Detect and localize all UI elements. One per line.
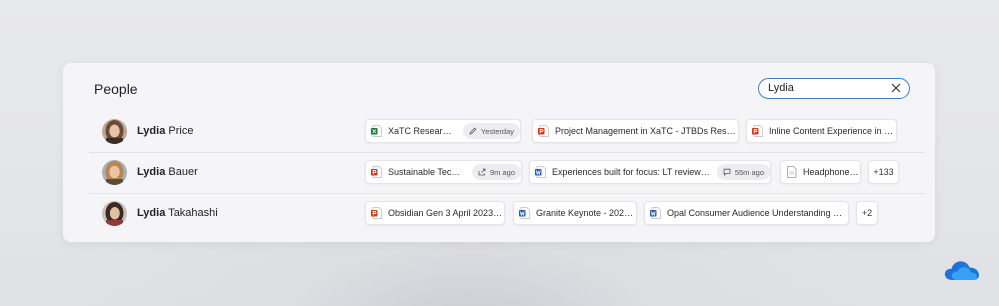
file-chip[interactable]: Project Management in XaTC - JTBDs Resea… (532, 119, 739, 143)
excel-file-icon (371, 125, 382, 137)
activity-badge: 55m ago (716, 164, 770, 180)
person-row-lydia-price[interactable]: Lydia Price XaTC Research Reports Yester… (89, 112, 925, 153)
file-chip[interactable]: Headphones_p... (780, 160, 861, 184)
word-file-icon (535, 166, 546, 178)
powerpoint-file-icon (538, 125, 549, 137)
onedrive-cloud-icon (944, 261, 980, 280)
file-chip[interactable]: Obsidian Gen 3 April 2023 Update (365, 201, 505, 225)
powerpoint-file-icon (371, 166, 382, 178)
avatar[interactable] (102, 201, 127, 226)
share-icon (478, 168, 486, 176)
activity-badge: Yesterday (462, 123, 520, 139)
file-chip[interactable]: XaTC Research Reports Yesterday (365, 119, 521, 143)
file-chip[interactable]: Experiences built for focus: LT review -… (529, 160, 771, 184)
more-files-button[interactable]: +2 (856, 201, 878, 225)
people-panel: People Lydia Price XaTC Research Repor (63, 63, 935, 242)
file-chip[interactable]: Sustainable Technology 9m ago (365, 160, 522, 184)
person-name[interactable]: Lydia Price (137, 125, 193, 137)
file-chip[interactable]: Granite Keynote - 2023 script (513, 201, 637, 225)
file-chip[interactable]: Inline Content Experience in XaTC - ... (746, 119, 897, 143)
avatar[interactable] (102, 119, 127, 144)
avatar[interactable] (102, 160, 127, 185)
powerpoint-file-icon (371, 207, 382, 219)
word-file-icon (650, 207, 661, 219)
more-files-button[interactable]: +133 (868, 160, 899, 184)
panel-title: People (94, 81, 138, 97)
activity-badge: 9m ago (471, 164, 521, 180)
generic-file-icon (787, 166, 797, 178)
search-box[interactable] (758, 78, 910, 99)
search-input[interactable] (768, 80, 878, 96)
person-row-lydia-bauer[interactable]: Lydia Bauer Sustainable Technology 9m ag… (89, 153, 925, 194)
person-row-lydia-takahashi[interactable]: Lydia Takahashi Obsidian Gen 3 April 202… (89, 194, 925, 235)
pencil-icon (469, 127, 477, 135)
powerpoint-file-icon (752, 125, 763, 137)
file-chip[interactable]: Opal Consumer Audience Understanding Whi… (644, 201, 849, 225)
comment-icon (723, 168, 731, 176)
person-name[interactable]: Lydia Bauer (137, 166, 198, 178)
person-name[interactable]: Lydia Takahashi (137, 207, 218, 219)
clear-search-icon[interactable] (890, 82, 902, 94)
word-file-icon (519, 207, 530, 219)
